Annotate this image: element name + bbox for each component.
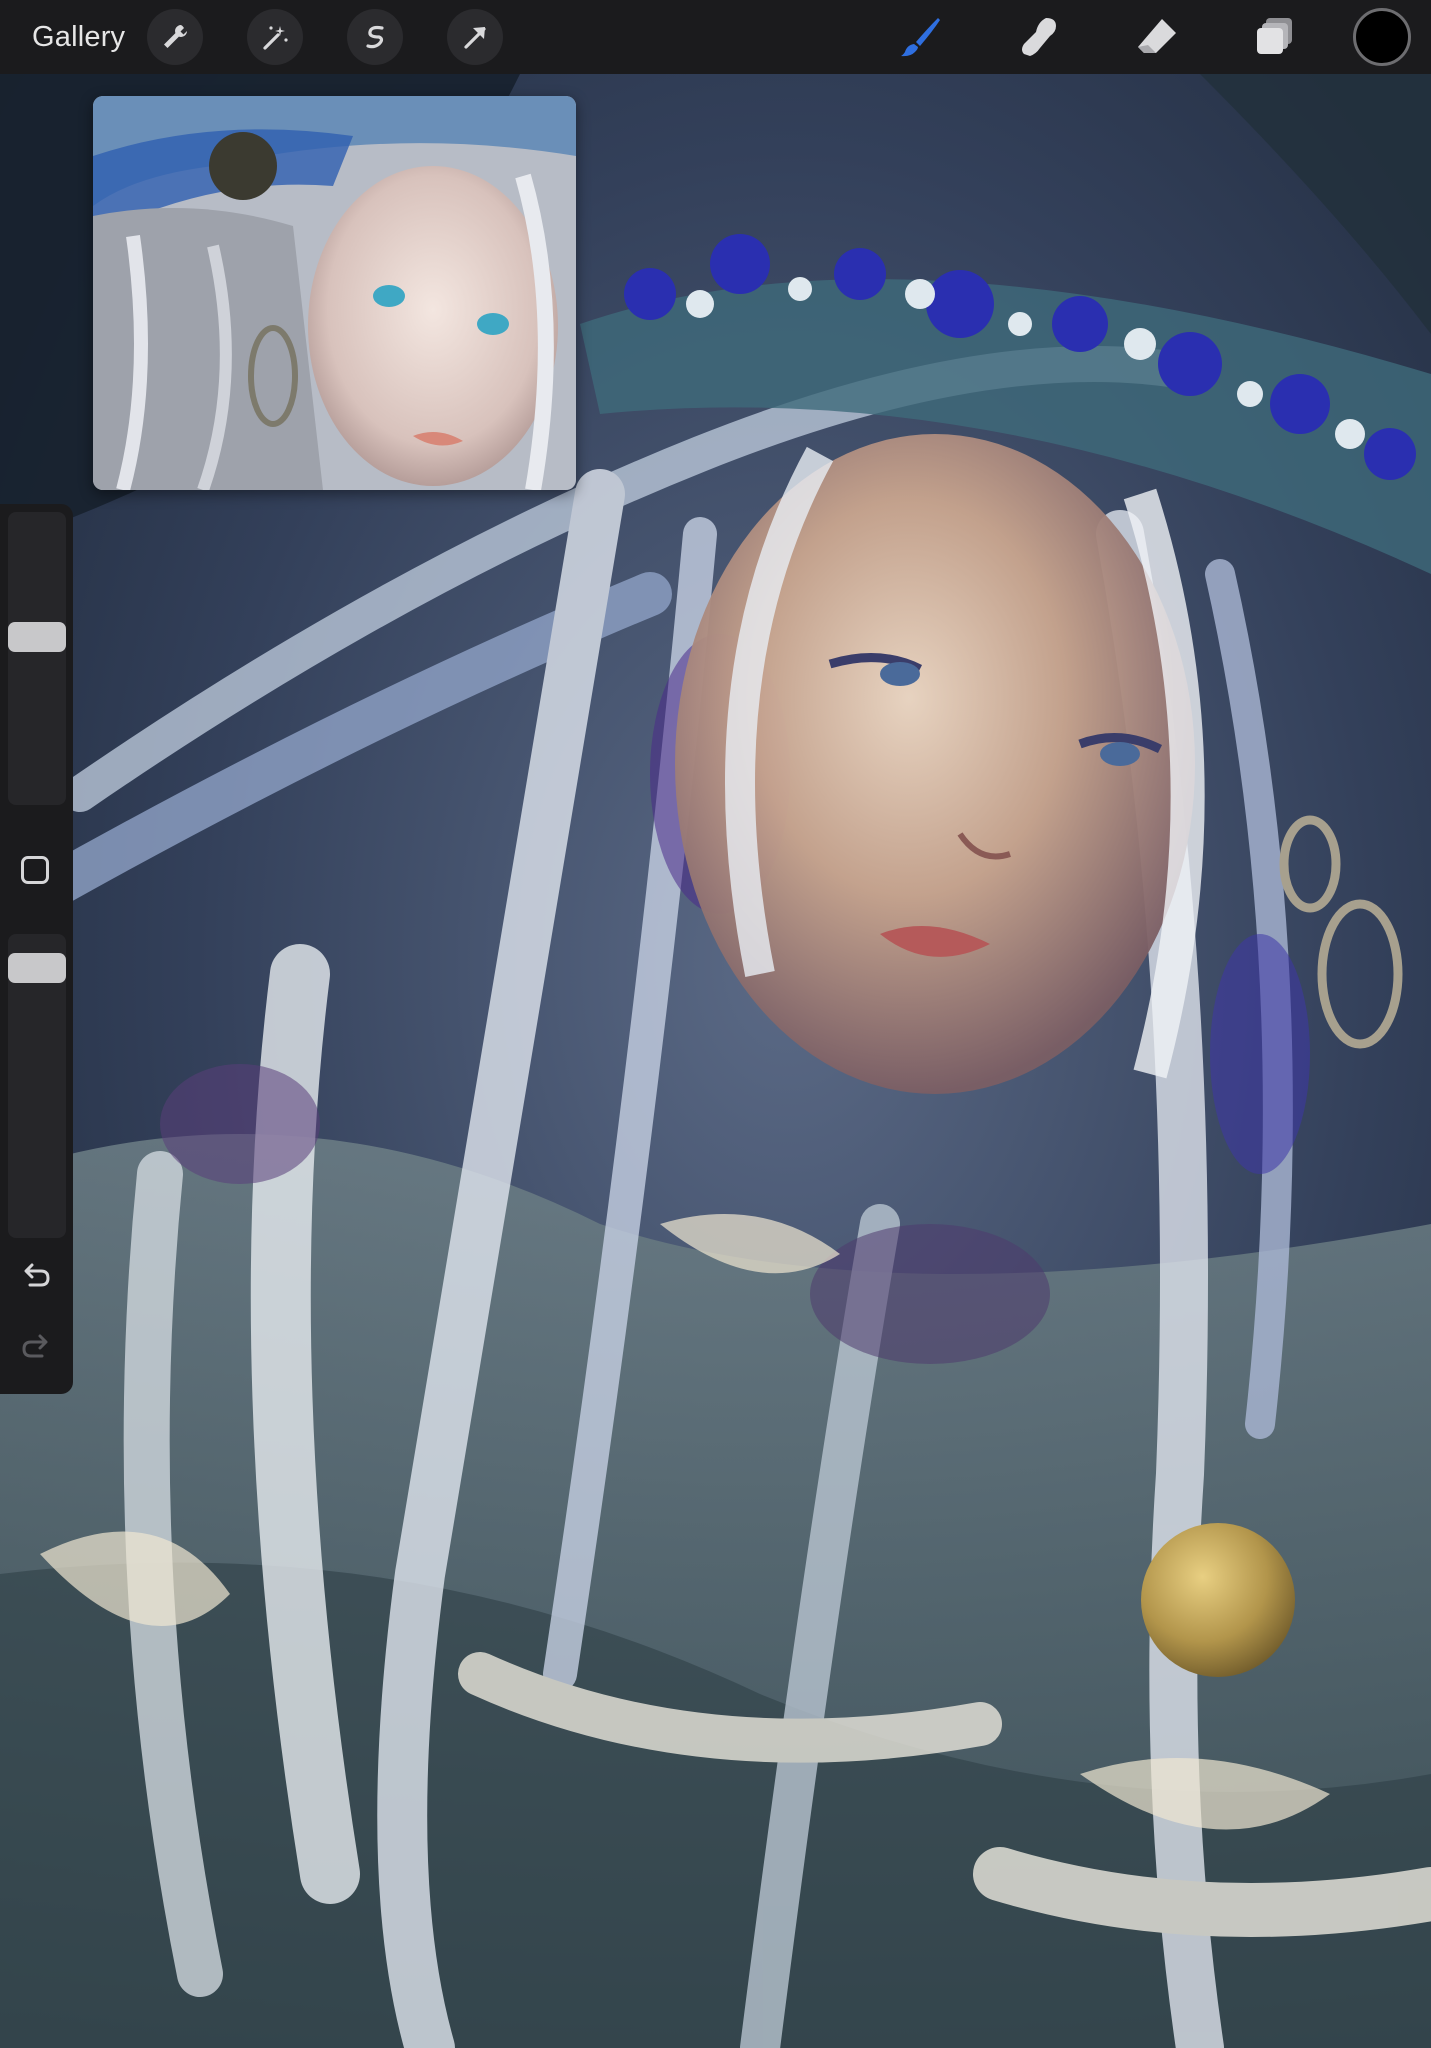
brush-tool-button[interactable] <box>885 1 957 73</box>
modify-button[interactable] <box>21 856 49 884</box>
selection-button[interactable] <box>347 9 404 65</box>
layers-icon <box>1257 18 1292 54</box>
eraser-icon <box>1138 19 1176 53</box>
selection-s-icon <box>366 25 384 49</box>
top-toolbar: Gallery <box>0 0 1431 74</box>
brush-size-slider-thumb[interactable] <box>8 622 66 652</box>
brush-icon <box>901 18 940 57</box>
color-picker-button[interactable] <box>1353 8 1411 66</box>
gallery-button[interactable]: Gallery <box>0 0 147 74</box>
cursor-arrow-icon <box>464 27 486 49</box>
layers-button[interactable] <box>1239 1 1311 73</box>
actions-button[interactable] <box>147 9 204 65</box>
smudge-icon <box>1022 18 1056 56</box>
smudge-tool-button[interactable] <box>1003 1 1075 73</box>
brush-size-slider[interactable] <box>8 512 66 805</box>
redo-icon[interactable] <box>18 1330 54 1366</box>
eraser-tool-button[interactable] <box>1121 1 1193 73</box>
reference-image-icon <box>93 96 576 490</box>
brush-opacity-slider-thumb[interactable] <box>8 953 66 983</box>
transform-button[interactable] <box>447 9 504 65</box>
brush-opacity-slider[interactable] <box>8 934 66 1238</box>
wrench-icon <box>164 25 188 48</box>
magic-wand-icon <box>263 26 288 50</box>
reference-window[interactable] <box>93 96 576 490</box>
left-sidebar <box>0 504 73 1394</box>
adjustments-button[interactable] <box>247 9 304 65</box>
undo-icon[interactable] <box>18 1259 54 1295</box>
